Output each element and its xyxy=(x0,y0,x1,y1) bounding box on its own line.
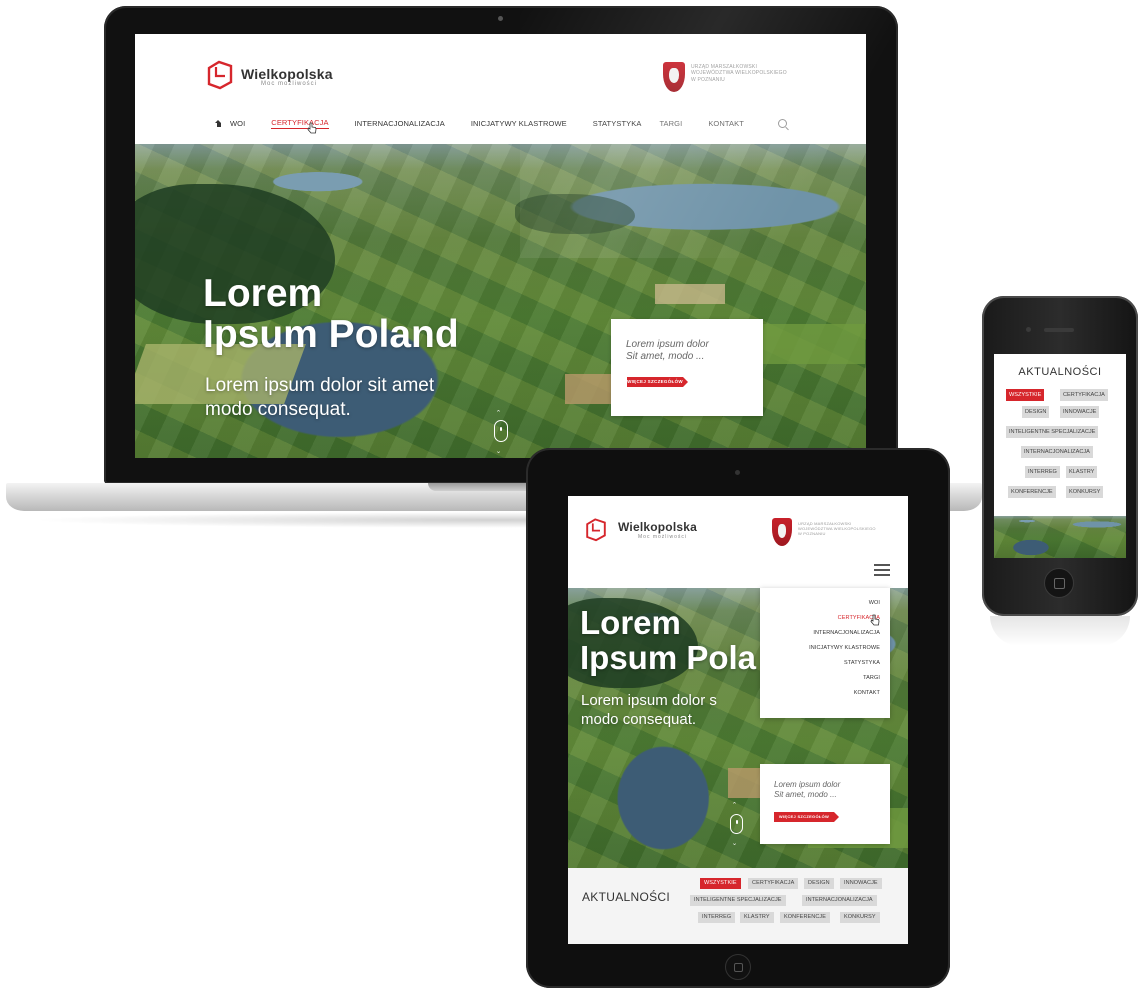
hamburger-menu-icon[interactable] xyxy=(874,564,890,576)
phone-chip-interreg[interactable]: INTERREG xyxy=(1025,466,1060,478)
hero-title: Lorem Ipsum Poland xyxy=(203,272,459,356)
tablet-chip-konferencje[interactable]: KONFERENCJE xyxy=(780,912,831,923)
phone-hero-image xyxy=(994,516,1126,558)
tablet-hero-subtitle: Lorem ipsum dolor s modo consequat. xyxy=(581,692,717,728)
tablet-chip-konkursy[interactable]: KONKURSY xyxy=(840,912,880,923)
office-name: URZĄD MARSZAŁKOWSKI WOJEWÓDZTWA WIELKOPO… xyxy=(691,64,787,83)
tablet-menu-item-statystyka[interactable]: STATYSTYKA xyxy=(760,656,880,671)
home-icon[interactable] xyxy=(215,119,222,127)
tablet-office-name: URZĄD MARSZAŁKOWSKI WOJEWÓDZTWA WIELKOPO… xyxy=(798,521,876,536)
tablet-menu-item-kontakt[interactable]: KONTAKT xyxy=(760,686,880,701)
phone-device: AKTUALNOŚCI WSZYSTKIE CERTYFIKACJA DESIG… xyxy=(982,296,1138,616)
chevron-down-icon: ˆ xyxy=(497,444,500,454)
tablet-menu-item-woi[interactable]: WOI xyxy=(760,596,880,611)
tablet-home-button[interactable] xyxy=(725,954,751,980)
tablet-more-details-button[interactable]: WIĘCEJ SZCZEGÓŁÓW xyxy=(774,812,839,822)
nav-item-certyfikacja[interactable]: CERTYFIKACJA xyxy=(271,118,329,129)
nav-item-internacjonalizacja[interactable]: INTERNACJONALIZACJA xyxy=(355,119,445,128)
tablet-card-text: Lorem ipsum dolor Sit amet, modo ... xyxy=(774,780,841,799)
tablet-chip-internacjonalizacja[interactable]: INTERNACJONALIZACJA xyxy=(802,895,877,906)
tablet-chip-klastry[interactable]: KLASTRY xyxy=(740,912,774,923)
phone-home-button[interactable] xyxy=(1044,568,1074,598)
tablet-scroll-mouse-icon[interactable] xyxy=(730,814,743,834)
tablet-menu-item-certyfikacja[interactable]: CERTYFIKACJA xyxy=(760,611,880,626)
phone-speaker xyxy=(1044,328,1074,332)
tablet-brand-name[interactable]: Wielkopolska xyxy=(618,520,697,534)
phone-news-title: AKTUALNOŚCI xyxy=(1018,366,1102,378)
main-navigation: WOI CERTYFIKACJA INTERNACJONALIZACJA INI… xyxy=(215,116,787,130)
phone-reflection xyxy=(990,616,1130,646)
laptop-screen: Wielkopolska Moc możliwości URZĄD MARSZA… xyxy=(135,34,866,458)
tablet-coat-of-arms-icon xyxy=(772,518,792,546)
laptop-camera xyxy=(498,16,503,21)
brand-tagline: Moc możliwości xyxy=(261,81,318,87)
more-details-button[interactable]: WIĘCEJ SZCZEGÓŁÓW xyxy=(627,377,688,387)
tablet-info-card: Lorem ipsum dolor Sit amet, modo ... WIĘ… xyxy=(760,764,890,844)
tablet-hand-cursor-icon xyxy=(870,614,880,626)
tablet-chevron-up-icon: ˆ xyxy=(733,801,736,811)
tablet-hero-title: Lorem Ipsum Pola xyxy=(580,604,757,676)
tablet-news-title: AKTUALNOŚCI xyxy=(582,890,670,904)
tablet-screen: Wielkopolska Moc możliwości URZĄD MARSZA… xyxy=(568,496,908,944)
nav-item-woi[interactable]: WOI xyxy=(230,119,245,128)
phone-camera xyxy=(1026,327,1031,332)
phone-chip-innowacje[interactable]: INNOWACJE xyxy=(1060,406,1100,418)
hand-cursor-icon xyxy=(307,122,317,134)
tablet-news-section: AKTUALNOŚCI WSZYSTKIE CERTYFIKACJA DESIG… xyxy=(568,868,908,944)
phone-chip-konferencje[interactable]: KONFERENCJE xyxy=(1008,486,1056,498)
tablet-menu-item-targi[interactable]: TARGI xyxy=(760,671,880,686)
coat-of-arms-icon xyxy=(663,62,685,92)
tablet-device: Wielkopolska Moc możliwości URZĄD MARSZA… xyxy=(526,448,950,988)
phone-chip-internacjonalizacja[interactable]: INTERNACJONALIZACJA xyxy=(1021,446,1093,458)
tablet-camera xyxy=(735,470,740,475)
site-header: Wielkopolska Moc możliwości URZĄD MARSZA… xyxy=(135,34,866,144)
tablet-menu-item-internacjonalizacja[interactable]: INTERNACJONALIZACJA xyxy=(760,626,880,641)
hero-subtitle: Lorem ipsum dolor sit amet modo consequa… xyxy=(205,375,435,420)
tablet-logo-icon[interactable] xyxy=(584,516,608,542)
tablet-dropdown-menu: WOI CERTYFIKACJA INTERNACJONALIZACJA INI… xyxy=(760,588,890,718)
phone-chip-inteligentne-specjalizacje[interactable]: INTELIGENTNE SPECJALIZACJE xyxy=(1006,426,1099,438)
tablet-chip-certyfikacja[interactable]: CERTYFIKACJA xyxy=(748,878,799,889)
chevron-up-icon: ˆ xyxy=(497,409,500,419)
nav-item-inicjatywy-klastrowe[interactable]: INICJATYWY KLASTROWE xyxy=(471,119,567,128)
card-text: Lorem ipsum dolor Sit amet, modo ... xyxy=(626,339,709,362)
brand-name[interactable]: Wielkopolska xyxy=(241,66,333,82)
wielkopolska-logo-icon[interactable] xyxy=(205,58,235,90)
phone-chip-design[interactable]: DESIGN xyxy=(1022,406,1050,418)
tablet-chip-inteligentne-specjalizacje[interactable]: INTELIGENTNE SPECJALIZACJE xyxy=(690,895,786,906)
search-icon[interactable] xyxy=(777,118,787,128)
tablet-chip-innowacje[interactable]: INNOWACJE xyxy=(840,878,882,889)
tablet-chevron-down-icon: ˆ xyxy=(733,836,736,846)
info-card: Lorem ipsum dolor Sit amet, modo ... WIĘ… xyxy=(611,319,763,416)
nav-item-targi[interactable]: TARGI xyxy=(659,119,682,128)
phone-chip-klastry[interactable]: KLASTRY xyxy=(1066,466,1098,478)
tablet-chip-interreg[interactable]: INTERREG xyxy=(698,912,736,923)
scroll-mouse-icon[interactable] xyxy=(494,420,508,442)
phone-chip-konkursy[interactable]: KONKURSY xyxy=(1066,486,1104,498)
nav-item-statystyka[interactable]: STATYSTYKA xyxy=(593,119,642,128)
tablet-chip-design[interactable]: DESIGN xyxy=(804,878,834,889)
phone-chip-wszystkie[interactable]: WSZYSTKIE xyxy=(1006,389,1045,401)
tablet-brand-tagline: Moc możliwości xyxy=(638,534,688,540)
nav-item-kontakt[interactable]: KONTAKT xyxy=(708,119,744,128)
tablet-menu-item-inicjatywy-klastrowe[interactable]: INICJATYWY KLASTROWE xyxy=(760,641,880,656)
phone-screen: AKTUALNOŚCI WSZYSTKIE CERTYFIKACJA DESIG… xyxy=(994,354,1126,558)
tablet-chip-wszystkie[interactable]: WSZYSTKIE xyxy=(700,878,741,889)
phone-chip-certyfikacja[interactable]: CERTYFIKACJA xyxy=(1060,389,1108,401)
